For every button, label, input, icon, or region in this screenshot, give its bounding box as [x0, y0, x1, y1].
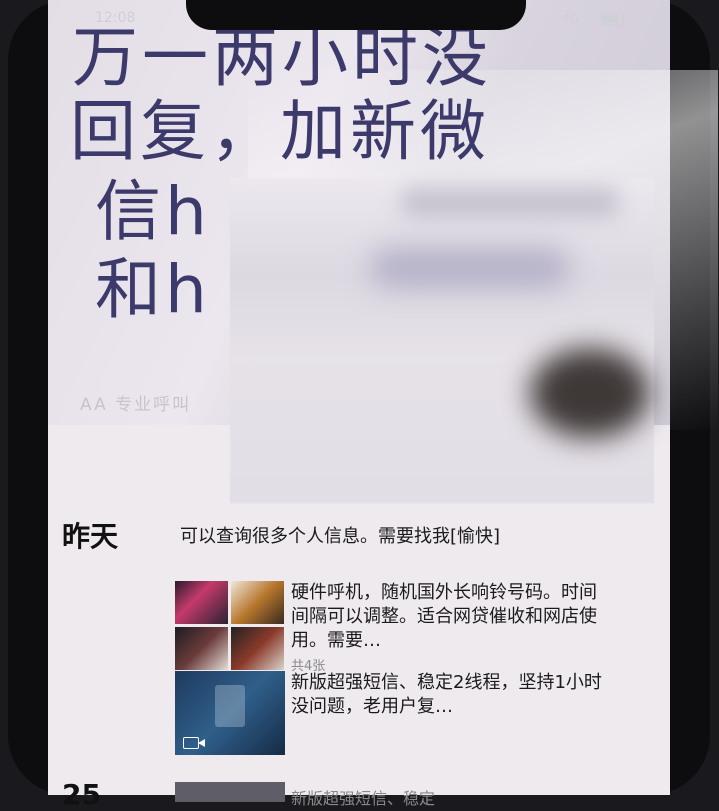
post-text[interactable]: 可以查询很多个人信息。需要找我[愉快]	[180, 525, 580, 549]
next-thumbnail[interactable]	[175, 782, 285, 802]
post-text: 新版超强短信、稳定2线程，坚持1小时没问题，老用户复…	[291, 672, 602, 717]
post-date-label: 昨天	[62, 520, 119, 553]
thumbnail[interactable]	[231, 627, 284, 670]
thumbnail[interactable]	[175, 581, 228, 624]
next-post-text: 新版超强短信、稳定	[291, 789, 436, 808]
post-text: 硬件呼机，随机国外长响铃号码。时间间隔可以调整。适合网贷催收和网店使用。需要…	[291, 582, 597, 651]
network-indicator: 4G	[562, 12, 579, 26]
list-item[interactable]: 硬件呼机，随机国外长响铃号码。时间间隔可以调整。适合网贷催收和网店使用。需要… …	[175, 581, 615, 674]
battery-icon	[600, 13, 624, 25]
cover-subtitle: AA 专业呼叫	[80, 395, 192, 415]
thumbnail[interactable]	[231, 581, 284, 624]
video-thumbnail[interactable]	[175, 671, 285, 755]
cover-headline-line-4: 和h	[95, 251, 211, 328]
status-time: 12:08	[95, 10, 136, 26]
image-thumbnails[interactable]	[175, 581, 285, 671]
thumbnail[interactable]	[175, 627, 228, 670]
cover-headline-line-2: 回复，加新微	[70, 93, 490, 170]
notch	[186, 0, 526, 30]
cover-headline-line-3: 信h	[95, 173, 211, 250]
list-item[interactable]: 新版超强短信、稳定2线程，坚持1小时没问题，老用户复…	[175, 671, 615, 761]
blurred-region	[230, 178, 654, 503]
cover-headline-line-1: 万一两小时没	[72, 19, 492, 96]
video-camera-icon	[183, 737, 205, 749]
